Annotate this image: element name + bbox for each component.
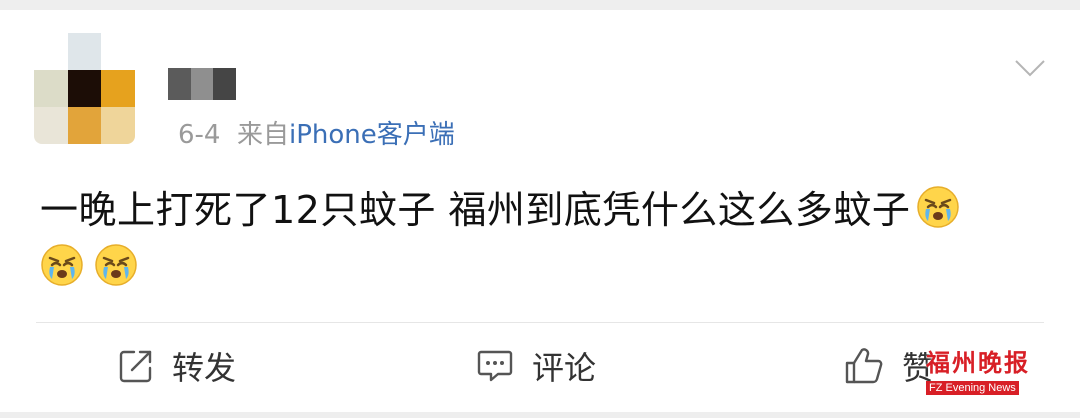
like-button[interactable]: 赞 bbox=[844, 343, 934, 389]
comment-label: 评论 bbox=[532, 349, 597, 387]
post-content: 一晚上打死了12只蚊子 福州到底凭什么这么多蚊子 bbox=[40, 181, 1040, 297]
bottom-separator bbox=[0, 412, 1080, 418]
like-icon bbox=[845, 348, 883, 384]
repost-button[interactable]: 转发 bbox=[118, 343, 236, 389]
crying-face-emoji bbox=[95, 244, 137, 286]
username-redacted[interactable] bbox=[168, 68, 237, 100]
top-separator bbox=[0, 0, 1080, 10]
repost-label: 转发 bbox=[172, 349, 237, 387]
post-from-label: 来自 bbox=[237, 120, 290, 150]
repost-icon bbox=[119, 350, 152, 383]
chevron-down-icon[interactable] bbox=[1014, 58, 1046, 78]
divider bbox=[36, 322, 1044, 323]
crying-face-emoji bbox=[41, 244, 83, 286]
watermark-subtitle: FZ Evening News bbox=[926, 381, 1019, 395]
post-text: 一晚上打死了12只蚊子 福州到底凭什么这么多蚊子 bbox=[40, 188, 911, 232]
newspaper-watermark: 福州晚报 FZ Evening News bbox=[926, 348, 1036, 395]
watermark-title: 福州晚报 bbox=[926, 348, 1030, 377]
avatar[interactable] bbox=[34, 33, 135, 144]
crying-face-emoji bbox=[917, 186, 960, 228]
comment-button[interactable]: 评论 bbox=[476, 343, 596, 389]
post-meta: 6-4 来自iPhone客户端 bbox=[178, 114, 455, 151]
post-date: 6-4 bbox=[178, 120, 221, 150]
post-source[interactable]: iPhone客户端 bbox=[289, 120, 455, 150]
comment-icon bbox=[477, 350, 513, 382]
